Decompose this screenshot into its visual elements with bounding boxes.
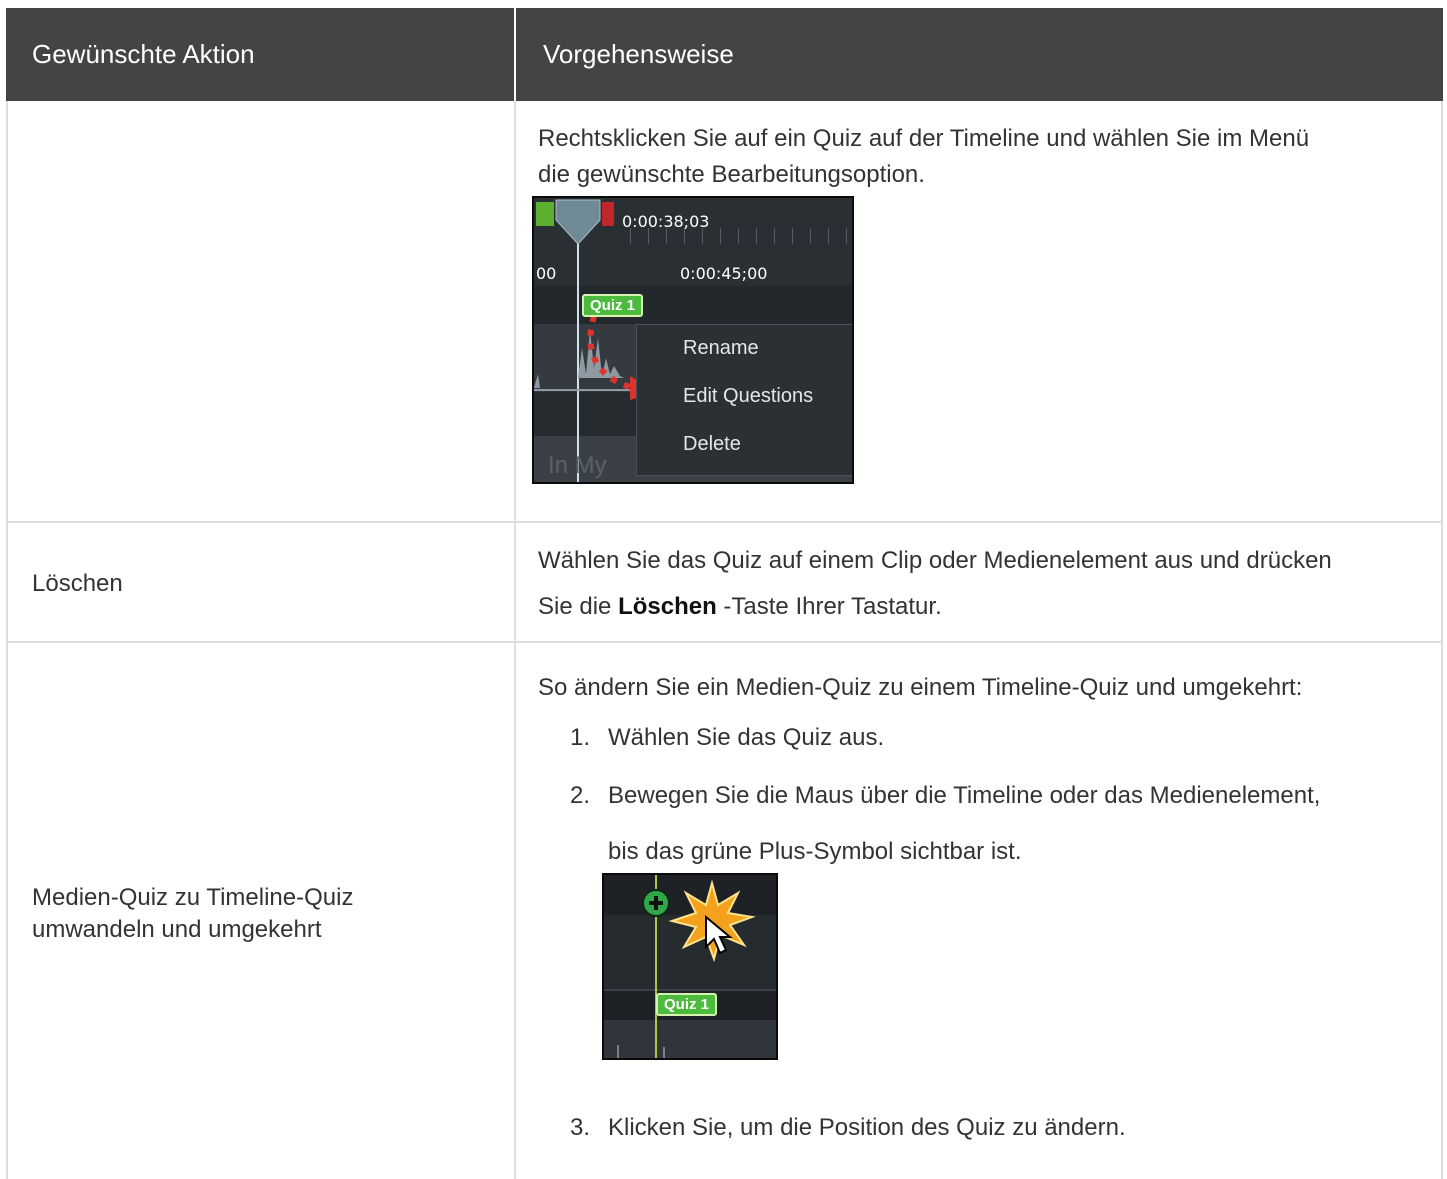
step-number: 3. xyxy=(570,1114,591,1141)
menu-item-delete[interactable]: Delete xyxy=(683,433,741,456)
timeline-plus-art xyxy=(604,875,776,1058)
row3-action-line2: umwandeln und umgekehrt xyxy=(32,916,322,943)
row3-intro: So ändern Sie ein Medien-Quiz zu einem T… xyxy=(538,674,1303,701)
row1-procedure-line2: die gewünschte Bearbeitungsoption. xyxy=(538,161,925,188)
row2-procedure-line1: Wählen Sie das Quiz auf einem Clip oder … xyxy=(538,547,1332,574)
plus-icon[interactable] xyxy=(640,887,672,919)
step-text: bis das grüne Plus-Symbol sichtbar ist. xyxy=(608,838,1022,865)
timeline-context-menu-screenshot: 0:00:38;03 00 0:00:45;00 Quiz 1 Rename E… xyxy=(532,196,854,484)
header-procedure: Vorgehensweise xyxy=(543,39,734,69)
menu-item-rename[interactable]: Rename xyxy=(683,337,759,360)
row-divider xyxy=(6,521,1443,523)
timeline-plus-screenshot: Quiz 1 xyxy=(602,873,778,1060)
track-label: In My xyxy=(548,452,607,479)
table-border-left xyxy=(6,101,8,1179)
step-number: 1. xyxy=(570,724,591,751)
column-divider xyxy=(514,101,516,1179)
quiz-marker[interactable]: Quiz 1 xyxy=(582,294,644,317)
key-name: Löschen xyxy=(618,593,717,620)
row-divider xyxy=(6,641,1443,643)
step-text: Bewegen Sie die Maus über die Timeline o… xyxy=(608,782,1321,809)
header-action: Gewünschte Aktion xyxy=(32,39,255,69)
context-menu: Rename Edit Questions Delete xyxy=(636,324,852,476)
row2-action: Löschen xyxy=(32,570,123,597)
step-text: Klicken Sie, um die Position des Quiz zu… xyxy=(608,1114,1126,1141)
playhead-time: 0:00:38;03 xyxy=(622,212,710,231)
step-text: Wählen Sie das Quiz aus. xyxy=(608,724,885,751)
step-number: 2. xyxy=(570,782,591,809)
row2-procedure-line2: Sie die Löschen -Taste Ihrer Tastatur. xyxy=(538,593,942,620)
quiz-marker[interactable]: Quiz 1 xyxy=(656,993,718,1016)
table-border-right xyxy=(1441,101,1443,1179)
menu-item-edit-questions[interactable]: Edit Questions xyxy=(683,385,813,408)
ruler-label-time: 0:00:45;00 xyxy=(680,264,768,283)
row1-procedure-line1: Rechtsklicken Sie auf ein Quiz auf der T… xyxy=(538,125,1310,152)
header-separator xyxy=(514,8,516,101)
table-header: Gewünschte Aktion Vorgehensweise xyxy=(6,8,1443,101)
ruler-label-left: 00 xyxy=(536,264,557,283)
row3-action-line1: Medien-Quiz zu Timeline-Quiz xyxy=(32,884,354,911)
